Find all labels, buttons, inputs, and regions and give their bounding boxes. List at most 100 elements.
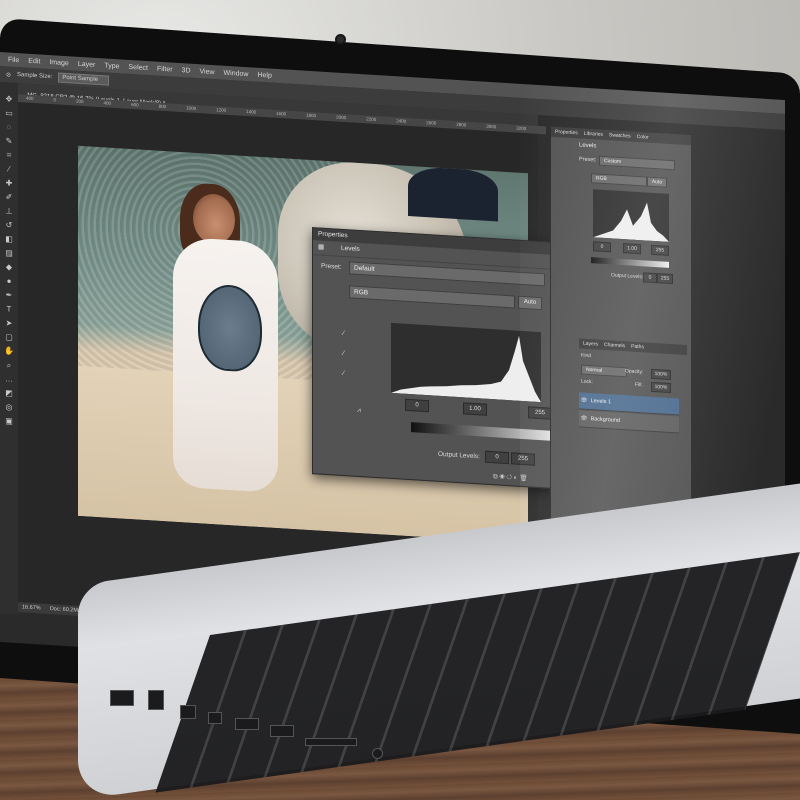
right-histogram[interactable]: [593, 189, 669, 242]
auto-button[interactable]: Auto: [518, 295, 542, 311]
pen-tool-icon[interactable]: ✒: [4, 290, 14, 301]
input-black-value[interactable]: 0: [405, 398, 429, 413]
levels-adjustment-icon: ▦: [318, 243, 325, 251]
hand-tool-icon[interactable]: ✋: [4, 346, 14, 357]
tab-paths[interactable]: Paths: [631, 342, 644, 353]
quick-select-tool-icon[interactable]: ✎: [4, 136, 14, 147]
preset-label: Preset:: [321, 262, 342, 271]
eyedropper-tool-icon[interactable]: ⁄: [4, 164, 14, 175]
panel-footer-icons[interactable]: ⧉ ◉ ↺ ◐ 🗑: [493, 472, 528, 483]
right-output-gradient[interactable]: [591, 257, 669, 268]
levels-histogram[interactable]: [391, 322, 541, 403]
clipping-icon[interactable]: ⩘: [357, 407, 361, 415]
right-output-white[interactable]: 255: [657, 273, 673, 285]
right-histogram-graph: [593, 202, 669, 242]
visibility-eye-icon[interactable]: 👁: [579, 415, 589, 422]
right-output-label: Output Levels:: [611, 272, 644, 281]
right-preset-select[interactable]: Custom: [599, 155, 675, 171]
output-gradient[interactable]: [411, 422, 559, 442]
brush-tool-icon[interactable]: ✐: [4, 192, 14, 203]
menu-view[interactable]: View: [200, 68, 215, 76]
output-levels-label: Output Levels:: [438, 450, 480, 461]
ruler-tick: 0: [53, 97, 57, 103]
channel-select[interactable]: RGB: [349, 285, 515, 309]
black-eyedropper-icon[interactable]: ⁄: [343, 330, 344, 337]
healing-tool-icon[interactable]: ✚: [4, 178, 14, 189]
eraser-tool-icon[interactable]: ◧: [4, 234, 14, 245]
menu-layer[interactable]: Layer: [78, 60, 96, 68]
menu-3d[interactable]: 3D: [182, 67, 191, 75]
usb-port: [235, 718, 259, 730]
shape-tool-icon[interactable]: ▢: [4, 332, 14, 343]
sample-size-select[interactable]: Point Sample: [58, 72, 110, 86]
quick-mask-icon[interactable]: ◎: [4, 402, 14, 413]
white-eyedropper-icon[interactable]: ⁄: [343, 370, 344, 377]
right-panel-tabs: Properties Libraries Swatches Color: [551, 126, 691, 146]
zoom-tool-icon[interactable]: ⌕: [4, 360, 14, 371]
menu-filter[interactable]: Filter: [157, 65, 173, 73]
right-auto-button[interactable]: Auto: [647, 176, 667, 188]
ethernet-port: [148, 690, 164, 710]
lasso-tool-icon[interactable]: ◌: [4, 122, 14, 133]
output-white-value[interactable]: 255: [511, 452, 535, 466]
marquee-tool-icon[interactable]: ▭: [4, 108, 14, 119]
stamp-tool-icon[interactable]: ⊥: [4, 206, 14, 217]
zoom-level[interactable]: 16.67%: [22, 604, 41, 611]
right-input-black[interactable]: 0: [593, 241, 611, 253]
input-white-value[interactable]: 255: [528, 406, 552, 420]
fill-value[interactable]: 100%: [651, 381, 671, 394]
right-levels-title: Levels: [579, 142, 597, 150]
layer-name: Background: [590, 416, 620, 424]
tab-libraries[interactable]: Libraries: [584, 129, 603, 140]
color-swatches-icon[interactable]: ◩: [4, 388, 14, 399]
crop-tool-icon[interactable]: ⌗: [4, 150, 14, 161]
output-black-value[interactable]: 0: [485, 450, 509, 465]
layers-panel-tabs: Layers Channels Paths: [579, 338, 687, 356]
sample-size-label: Sample Size:: [17, 72, 53, 81]
right-output-black[interactable]: 0: [643, 272, 657, 284]
right-channel-select[interactable]: RGB: [591, 173, 647, 187]
layer-name: Levels 1: [590, 398, 612, 406]
menu-help[interactable]: Help: [257, 71, 271, 79]
levels-title: Levels: [341, 244, 360, 254]
menu-select[interactable]: Select: [129, 63, 148, 71]
right-input-white[interactable]: 255: [651, 244, 669, 256]
path-select-tool-icon[interactable]: ➤: [4, 318, 14, 329]
menu-edit[interactable]: Edit: [28, 57, 40, 65]
dodge-tool-icon[interactable]: ●: [4, 276, 14, 287]
type-tool-icon[interactable]: T: [4, 304, 14, 315]
menu-image[interactable]: Image: [49, 59, 68, 67]
audio-jack: [372, 748, 383, 759]
screen-mode-icon[interactable]: ▣: [4, 416, 14, 427]
layer-filter-kind[interactable]: Kind: [581, 353, 591, 360]
blur-tool-icon[interactable]: ◆: [4, 262, 14, 273]
tab-swatches[interactable]: Swatches: [609, 130, 631, 141]
lock-label: Lock:: [581, 378, 593, 386]
firewire-port: [208, 712, 222, 724]
tab-color[interactable]: Color: [637, 132, 649, 143]
gray-eyedropper-icon[interactable]: ⁄: [343, 350, 344, 357]
sd-card-slot: [305, 738, 357, 746]
usb-port: [270, 725, 294, 737]
move-tool-icon[interactable]: ✥: [4, 94, 14, 105]
eyedropper-icon[interactable]: ⊘: [6, 71, 11, 78]
menu-file[interactable]: File: [8, 56, 19, 64]
opacity-value[interactable]: 100%: [651, 368, 671, 381]
input-gamma-value[interactable]: 1.00: [463, 402, 487, 416]
history-brush-tool-icon[interactable]: ↺: [4, 220, 14, 231]
properties-title: Properties: [318, 230, 348, 240]
more-tools-icon[interactable]: …: [4, 374, 14, 385]
histogram-graph: [391, 335, 541, 403]
opacity-label: Opacity:: [625, 368, 644, 376]
blend-mode-select[interactable]: Normal: [581, 364, 627, 378]
menu-type[interactable]: Type: [104, 62, 119, 70]
right-input-gamma[interactable]: 1.00: [623, 243, 641, 255]
tab-layers[interactable]: Layers: [583, 339, 598, 350]
tab-properties[interactable]: Properties: [555, 127, 578, 138]
visibility-eye-icon[interactable]: 👁: [579, 397, 589, 404]
gradient-tool-icon[interactable]: ▤: [4, 248, 14, 259]
webcam: [337, 36, 344, 43]
menu-window[interactable]: Window: [224, 69, 249, 78]
tab-channels[interactable]: Channels: [604, 340, 625, 351]
photographer: [408, 165, 498, 222]
